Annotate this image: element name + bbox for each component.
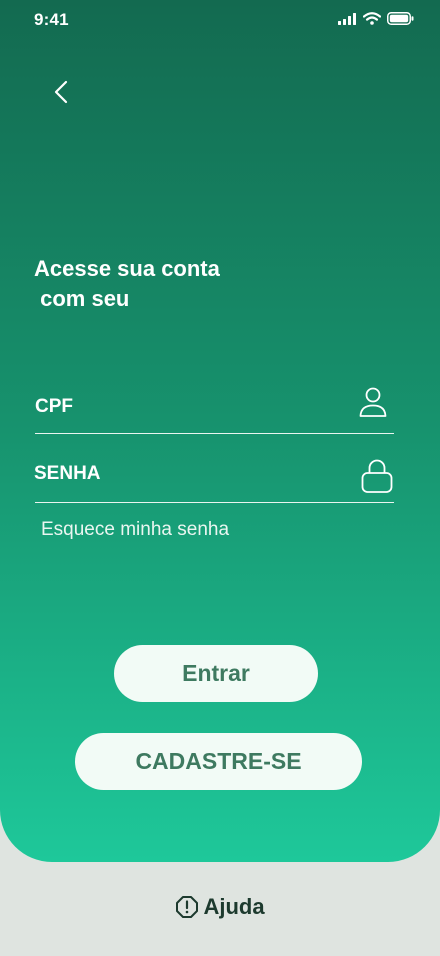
- wifi-icon: [363, 12, 381, 25]
- cpf-field-underline: [35, 433, 394, 434]
- signup-button[interactable]: CADASTRE-SE: [75, 733, 362, 790]
- help-link[interactable]: Ajuda: [0, 894, 440, 920]
- password-field-underline: [35, 502, 394, 503]
- login-button[interactable]: Entrar: [114, 645, 318, 702]
- status-time: 9:41: [34, 10, 69, 29]
- forgot-password-link[interactable]: Esquece minha senha: [41, 519, 229, 541]
- chevron-left-icon: [54, 80, 68, 104]
- signal-icon: [338, 12, 356, 25]
- page-title: Acesse sua conta com seu: [34, 256, 220, 311]
- help-label: Ajuda: [203, 894, 265, 919]
- user-icon: [359, 387, 387, 417]
- lock-icon: [361, 459, 393, 493]
- alert-octagon-icon: [176, 896, 199, 918]
- status-bar: 9:41: [0, 0, 440, 40]
- battery-icon: [387, 12, 414, 25]
- status-icons: [338, 12, 414, 25]
- back-button[interactable]: [48, 76, 78, 108]
- login-panel: 9:41 Acesse sua conta com seu CPF SENHA …: [0, 0, 440, 862]
- cpf-field-label: CPF: [35, 396, 73, 417]
- password-field-label: SENHA: [34, 463, 101, 484]
